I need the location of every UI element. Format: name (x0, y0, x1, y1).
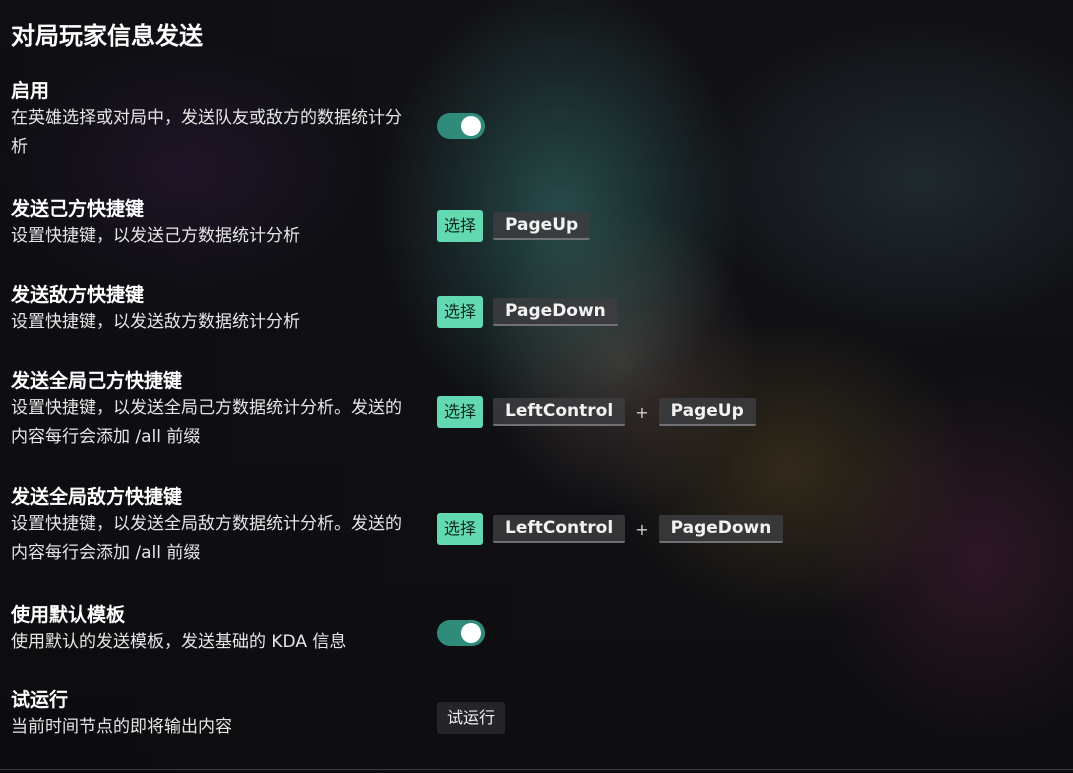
setting-send-global-ally-hotkey: 发送全局己方快捷键 设置快捷键，以发送全局己方数据统计分析。发送的内容每行会添加… (11, 368, 1061, 452)
toggle-knob (461, 623, 481, 643)
settings-page: 对局玩家信息发送 启用 在英雄选择或对局中，发送队友或敌方的数据统计分析 发送己… (0, 0, 1073, 773)
select-hotkey-button[interactable]: 选择 (437, 396, 484, 428)
select-hotkey-button[interactable]: 选择 (437, 210, 484, 242)
key-separator: + (635, 519, 649, 539)
dry-run-button[interactable]: 试运行 (437, 702, 506, 734)
setting-title: 启用 (11, 80, 50, 102)
setting-title: 发送全局己方快捷键 (11, 370, 183, 392)
default-template-control (437, 620, 485, 646)
global-enemy-hotkey-control: 选择 LeftControl + PageDown (437, 513, 784, 545)
setting-title: 发送全局敌方快捷键 (11, 486, 183, 508)
setting-enable: 启用 在英雄选择或对局中，发送队友或敌方的数据统计分析 (11, 78, 1061, 162)
setting-title: 使用默认模板 (11, 604, 126, 626)
setting-title: 试运行 (11, 689, 69, 711)
select-hotkey-button[interactable]: 选择 (437, 513, 484, 545)
setting-description: 设置快捷键，以发送全局己方数据统计分析。发送的内容每行会添加 /all 前缀 (11, 398, 402, 447)
default-template-toggle[interactable] (437, 620, 485, 646)
global-ally-hotkey-control: 选择 LeftControl + PageUp (437, 396, 756, 428)
enable-control (437, 113, 485, 139)
setting-description: 在英雄选择或对局中，发送队友或敌方的数据统计分析 (11, 108, 402, 157)
setting-description: 使用默认的发送模板，发送基础的 KDA 信息 (11, 632, 347, 652)
toggle-knob (461, 116, 481, 136)
setting-send-global-enemy-hotkey: 发送全局敌方快捷键 设置快捷键，以发送全局敌方数据统计分析。发送的内容每行会添加… (11, 484, 1061, 568)
hotkey-key: LeftControl (493, 398, 626, 426)
enemy-hotkey-control: 选择 PageDown (437, 296, 618, 328)
setting-default-template: 使用默认模板 使用默认的发送模板，发送基础的 KDA 信息 (11, 602, 1061, 657)
hotkey-key: PageUp (493, 212, 591, 240)
hotkey-key: PageDown (658, 515, 784, 543)
setting-send-ally-hotkey: 发送己方快捷键 设置快捷键，以发送己方数据统计分析 选择 PageUp (11, 196, 1061, 251)
setting-description: 设置快捷键，以发送敌方数据统计分析 (11, 312, 300, 332)
setting-description: 设置快捷键，以发送己方数据统计分析 (11, 226, 300, 246)
ally-hotkey-control: 选择 PageUp (437, 210, 591, 242)
enable-toggle[interactable] (437, 113, 485, 139)
setting-send-enemy-hotkey: 发送敌方快捷键 设置快捷键，以发送敌方数据统计分析 选择 PageDown (11, 282, 1061, 337)
bottom-divider (0, 769, 1073, 770)
setting-description: 设置快捷键，以发送全局敌方数据统计分析。发送的内容每行会添加 /all 前缀 (11, 514, 402, 563)
hotkey-key: LeftControl (493, 515, 626, 543)
hotkey-key: PageUp (658, 398, 756, 426)
dry-run-control: 试运行 (437, 702, 506, 734)
hotkey-key: PageDown (493, 298, 618, 326)
setting-dry-run: 试运行 当前时间节点的即将输出内容 试运行 (11, 687, 1061, 742)
key-separator: + (635, 402, 649, 422)
select-hotkey-button[interactable]: 选择 (437, 296, 484, 328)
setting-description: 当前时间节点的即将输出内容 (11, 717, 232, 737)
page-title: 对局玩家信息发送 (11, 22, 203, 50)
